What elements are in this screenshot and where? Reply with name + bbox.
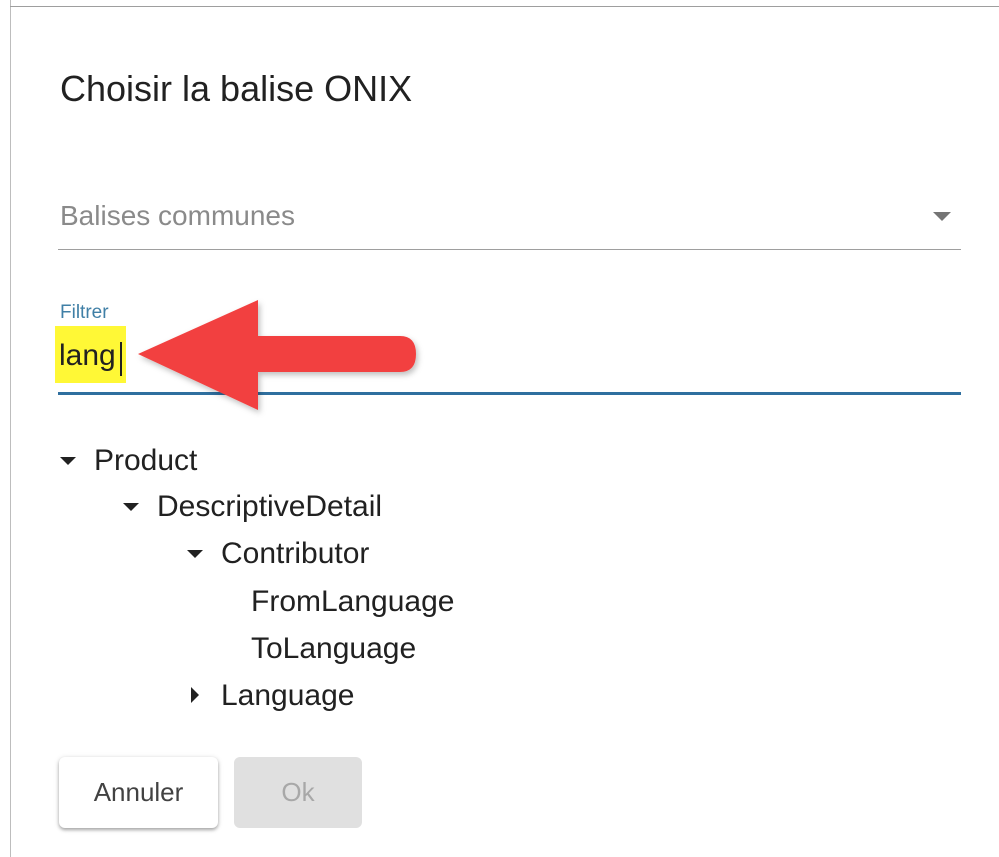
tree-item-label: Contributor [221,537,370,570]
caret-right-icon[interactable] [191,687,199,703]
tree-item-label: Product [94,444,198,477]
dropdown-caret-icon[interactable] [933,212,951,221]
tag-category-select[interactable]: Balises communes [58,196,961,250]
cancel-button[interactable]: Annuler [59,757,218,828]
caret-down-icon[interactable] [187,550,203,558]
text-cursor [120,342,122,376]
dialog-page: Choisir la balise ONIX Balises communes … [0,0,999,857]
dialog-border-left [10,0,11,857]
caret-down-icon[interactable] [60,457,76,465]
tree-item-label: ToLanguage [251,632,417,665]
dialog-title: Choisir la balise ONIX [60,68,413,109]
tree-item-label: Language [221,679,355,712]
dialog-border-top [10,6,999,7]
ok-button: Ok [234,757,362,828]
tree-item-label: FromLanguage [251,585,455,618]
red-arrow-annotation-icon [138,300,416,410]
filter-label: Filtrer [60,302,109,323]
caret-down-icon[interactable] [123,503,139,511]
tag-category-select-value: Balises communes [60,200,295,231]
tree-item-label: DescriptiveDetail [157,490,383,523]
